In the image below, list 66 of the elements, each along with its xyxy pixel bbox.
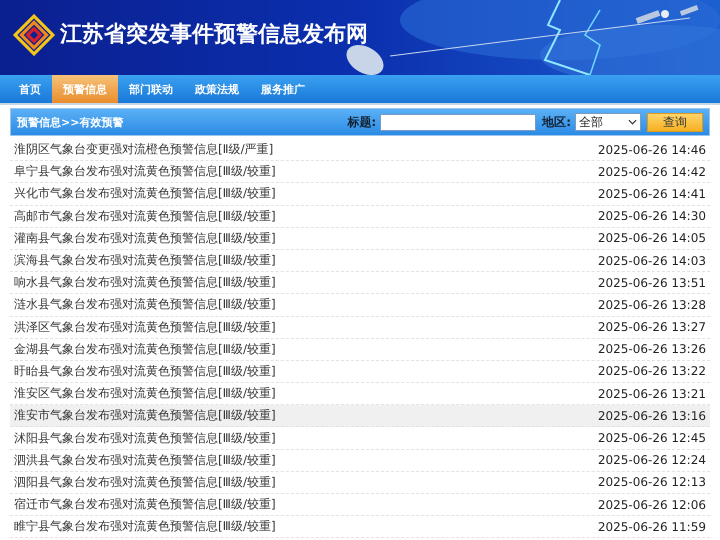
region-label: 地区:	[542, 114, 571, 130]
warning-row[interactable]: 泗洪县气象台发布强对流黄色预警信息[Ⅲ级/较重] 2025-06-26 12:24	[10, 450, 710, 472]
warning-link[interactable]: 兴化市气象台发布强对流黄色预警信息[Ⅲ级/较重]	[14, 185, 276, 202]
publish-time: 2025-06-26 14:41	[598, 186, 706, 201]
publish-time: 2025-06-26 11:59	[598, 520, 706, 534]
warning-row[interactable]: 宿迁市气象台发布强对流黄色预警信息[Ⅲ级/较重] 2025-06-26 12:06	[10, 494, 710, 516]
publish-time: 2025-06-26 13:16	[598, 408, 706, 423]
warning-row[interactable]: 灌南县气象台发布强对流黄色预警信息[Ⅲ级/较重] 2025-06-26 14:05	[10, 228, 710, 250]
warning-row[interactable]: 涟水县气象台发布强对流黄色预警信息[Ⅲ级/较重] 2025-06-26 13:28	[10, 294, 710, 316]
warning-link[interactable]: 睢宁县气象台发布强对流黄色预警信息[Ⅲ级/较重]	[14, 518, 276, 536]
nav-tab[interactable]: 部门联动	[118, 75, 184, 103]
warning-link[interactable]: 滨海县气象台发布强对流黄色预警信息[Ⅲ级/较重]	[14, 252, 276, 270]
search-button[interactable]: 查询	[647, 112, 703, 132]
publish-time: 2025-06-26 12:24	[598, 453, 706, 468]
publish-time: 2025-06-26 14:42	[598, 164, 706, 179]
warning-link[interactable]: 淮阴区气象台变更强对流橙色预警信息[Ⅱ级/严重]	[14, 141, 274, 158]
warning-link[interactable]: 金湖县气象台发布强对流黄色预警信息[Ⅲ级/较重]	[14, 340, 276, 358]
warning-link[interactable]: 阜宁县气象台发布强对流黄色预警信息[Ⅲ级/较重]	[14, 163, 276, 180]
warning-row[interactable]: 洪泽区气象台发布强对流黄色预警信息[Ⅲ级/较重] 2025-06-26 13:27	[10, 316, 710, 339]
warning-link[interactable]: 宿迁市气象台发布强对流黄色预警信息[Ⅲ级/较重]	[14, 496, 276, 514]
publish-time: 2025-06-26 14:05	[598, 231, 706, 246]
nav-tab[interactable]: 首页	[8, 75, 52, 103]
warning-row[interactable]: 滨海县气象台发布强对流黄色预警信息[Ⅲ级/较重] 2025-06-26 14:03	[10, 250, 710, 272]
warning-row[interactable]: 泗阳县气象台发布强对流黄色预警信息[Ⅲ级/较重] 2025-06-26 12:13	[10, 472, 710, 494]
publish-time: 2025-06-26 14:03	[598, 254, 706, 268]
publish-time: 2025-06-26 13:21	[598, 386, 706, 401]
publish-time: 2025-06-26 12:45	[598, 431, 706, 446]
warning-row[interactable]: 高邮市气象台发布强对流黄色预警信息[Ⅲ级/较重] 2025-06-26 14:30	[10, 206, 710, 228]
logo-icon	[13, 14, 55, 56]
warning-row[interactable]: 盱眙县气象台发布强对流黄色预警信息[Ⅲ级/较重] 2025-06-26 13:22	[10, 360, 710, 384]
publish-time: 2025-06-26 13:26	[598, 342, 706, 356]
warning-row[interactable]: 淮阴区气象台变更强对流橙色预警信息[Ⅱ级/严重] 2025-06-26 14:46	[10, 139, 710, 162]
publish-time: 2025-06-26 13:51	[598, 276, 706, 290]
nav-tab[interactable]: 服务推广	[250, 75, 316, 103]
publish-time: 2025-06-26 14:30	[598, 209, 706, 224]
warning-row[interactable]: 阜宁县气象台发布强对流黄色预警信息[Ⅲ级/较重] 2025-06-26 14:42	[10, 161, 710, 184]
warning-link[interactable]: 涟水县气象台发布强对流黄色预警信息[Ⅲ级/较重]	[14, 296, 276, 314]
title-field[interactable]	[380, 114, 536, 130]
breadcrumb: 预警信息>>有效预警	[17, 114, 124, 130]
nav-tab[interactable]: 政策法规	[184, 75, 250, 103]
warning-link[interactable]: 淮安区气象台发布强对流黄色预警信息[Ⅲ级/较重]	[14, 385, 276, 402]
warning-link[interactable]: 灌南县气象台发布强对流黄色预警信息[Ⅲ级/较重]	[14, 230, 276, 247]
warning-row[interactable]: 响水县气象台发布强对流黄色预警信息[Ⅲ级/较重] 2025-06-26 13:51	[10, 272, 710, 294]
warning-row[interactable]: 金湖县气象台发布强对流黄色预警信息[Ⅲ级/较重] 2025-06-26 13:26	[10, 338, 710, 361]
warning-link[interactable]: 淮安市气象台发布强对流黄色预警信息[Ⅲ级/较重]	[14, 407, 276, 424]
publish-time: 2025-06-26 12:13	[598, 475, 706, 490]
region-select[interactable]: 全部	[575, 113, 641, 131]
warning-link[interactable]: 盱眙县气象台发布强对流黄色预警信息[Ⅲ级/较重]	[14, 362, 276, 380]
warning-row[interactable]: 淮安市气象台发布强对流黄色预警信息[Ⅲ级/较重] 2025-06-26 13:16	[10, 405, 710, 428]
warning-link[interactable]: 洪泽区气象台发布强对流黄色预警信息[Ⅲ级/较重]	[14, 318, 276, 336]
site-title: 江苏省突发事件预警信息发布网	[60, 21, 368, 49]
publish-time: 2025-06-26 12:06	[598, 498, 706, 512]
warning-link[interactable]: 沭阳县气象台发布强对流黄色预警信息[Ⅲ级/较重]	[14, 430, 276, 447]
publish-time: 2025-06-26 13:22	[598, 364, 706, 378]
warning-link[interactable]: 响水县气象台发布强对流黄色预警信息[Ⅲ级/较重]	[14, 274, 276, 292]
warning-row[interactable]: 兴化市气象台发布强对流黄色预警信息[Ⅲ级/较重] 2025-06-26 14:41	[10, 183, 710, 206]
publish-time: 2025-06-26 14:46	[598, 142, 706, 157]
warning-link[interactable]: 高邮市气象台发布强对流黄色预警信息[Ⅲ级/较重]	[14, 208, 276, 225]
warning-link[interactable]: 泗洪县气象台发布强对流黄色预警信息[Ⅲ级/较重]	[14, 452, 276, 469]
warning-row[interactable]: 睢宁县气象台发布强对流黄色预警信息[Ⅲ级/较重] 2025-06-26 11:59	[10, 516, 710, 538]
warning-row[interactable]: 沭阳县气象台发布强对流黄色预警信息[Ⅲ级/较重] 2025-06-26 12:45	[10, 427, 710, 450]
warning-link[interactable]: 泗阳县气象台发布强对流黄色预警信息[Ⅲ级/较重]	[14, 474, 276, 491]
publish-time: 2025-06-26 13:27	[598, 320, 706, 334]
publish-time: 2025-06-26 13:28	[598, 298, 706, 312]
caret-icon	[628, 119, 637, 125]
title-label: 标题:	[347, 114, 376, 130]
